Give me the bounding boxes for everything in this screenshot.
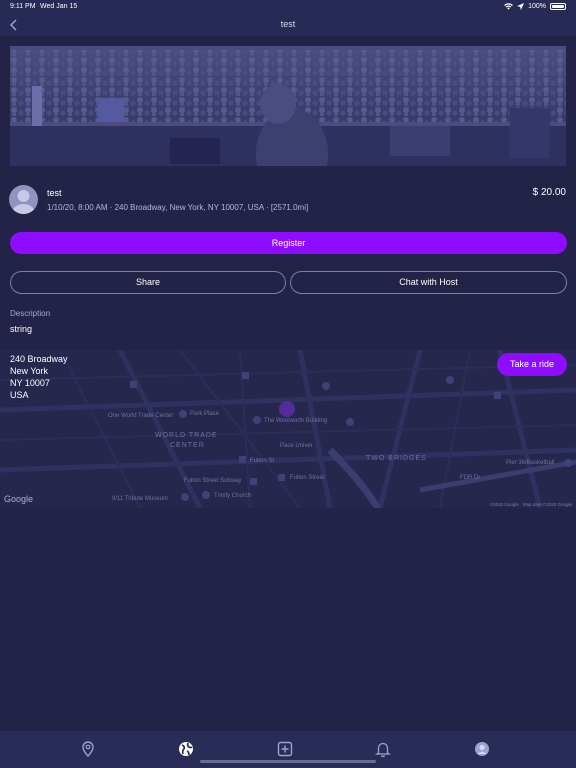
profile-icon [475, 742, 489, 756]
chat-with-host-button[interactable]: Chat with Host [290, 271, 567, 294]
event-hero-image [10, 46, 566, 166]
map-label: WORLD TRADE [155, 432, 218, 439]
event-title: test [47, 188, 62, 198]
page-title: test [280, 19, 296, 29]
status-indicators: 100% [504, 3, 566, 10]
address-line: 240 Broadway [10, 354, 68, 364]
location-arrow-icon [517, 3, 525, 10]
map-label: Pace Univer [280, 443, 313, 449]
map-label: Fulton St [250, 458, 275, 464]
status-bar: 9:11 PM Wed Jan 15 100% [0, 0, 576, 14]
description-label: Description [10, 309, 51, 318]
map-label: TWO BRIDGES [366, 455, 427, 462]
host-avatar[interactable] [9, 185, 38, 214]
location-pin-icon [82, 741, 94, 757]
map-label: CENTER [170, 442, 205, 449]
bell-icon [374, 742, 392, 758]
google-logo: Google [4, 494, 34, 504]
take-a-ride-button[interactable]: Take a ride [497, 353, 567, 376]
map-label: Fulton Street Subway [184, 478, 242, 484]
event-map[interactable]: One World Trade Center Park Place The Wo… [0, 350, 576, 508]
tab-explore[interactable] [177, 740, 195, 758]
map-label: One World Trade Center [108, 413, 174, 419]
event-address: 240 Broadway New York NY 10007 USA [10, 353, 68, 401]
status-date: Wed Jan 15 [40, 3, 78, 10]
map-label: FDR Dr [460, 475, 481, 481]
tab-create[interactable] [276, 740, 294, 758]
home-indicator [200, 760, 376, 763]
battery-percent: 100% [528, 3, 546, 10]
map-label: 9/11 Tribute Museum [112, 496, 168, 502]
wifi-icon [504, 3, 513, 10]
address-line: USA [10, 390, 29, 400]
map-label: Park Place [190, 411, 220, 417]
navigation-bar: test [0, 14, 576, 36]
description-text: string [10, 324, 33, 334]
event-price: $ 20.00 [532, 187, 566, 198]
add-icon [277, 741, 293, 757]
globe-icon [179, 742, 193, 756]
share-button[interactable]: Share [10, 271, 286, 294]
event-meta: 1/10/20, 8:00 AM · 240 Broadway, New Yor… [47, 203, 309, 212]
address-line: NY 10007 [10, 378, 50, 388]
map-label: Trinity Church [214, 493, 252, 499]
map-label: Fulton Street [290, 475, 325, 481]
map-label: The Woolworth Building [264, 418, 328, 424]
address-line: New York [10, 366, 49, 376]
register-button[interactable]: Register [10, 232, 567, 254]
tab-profile[interactable] [473, 740, 491, 758]
tab-map[interactable] [79, 740, 97, 758]
tab-notifications[interactable] [374, 740, 392, 758]
battery-icon [550, 3, 566, 10]
status-time: 9:11 PM [10, 3, 36, 10]
map-copyright: ©2020 Google · Map data ©2020 Google [489, 502, 572, 507]
map-label: Pier 36/Basketball [506, 460, 555, 466]
